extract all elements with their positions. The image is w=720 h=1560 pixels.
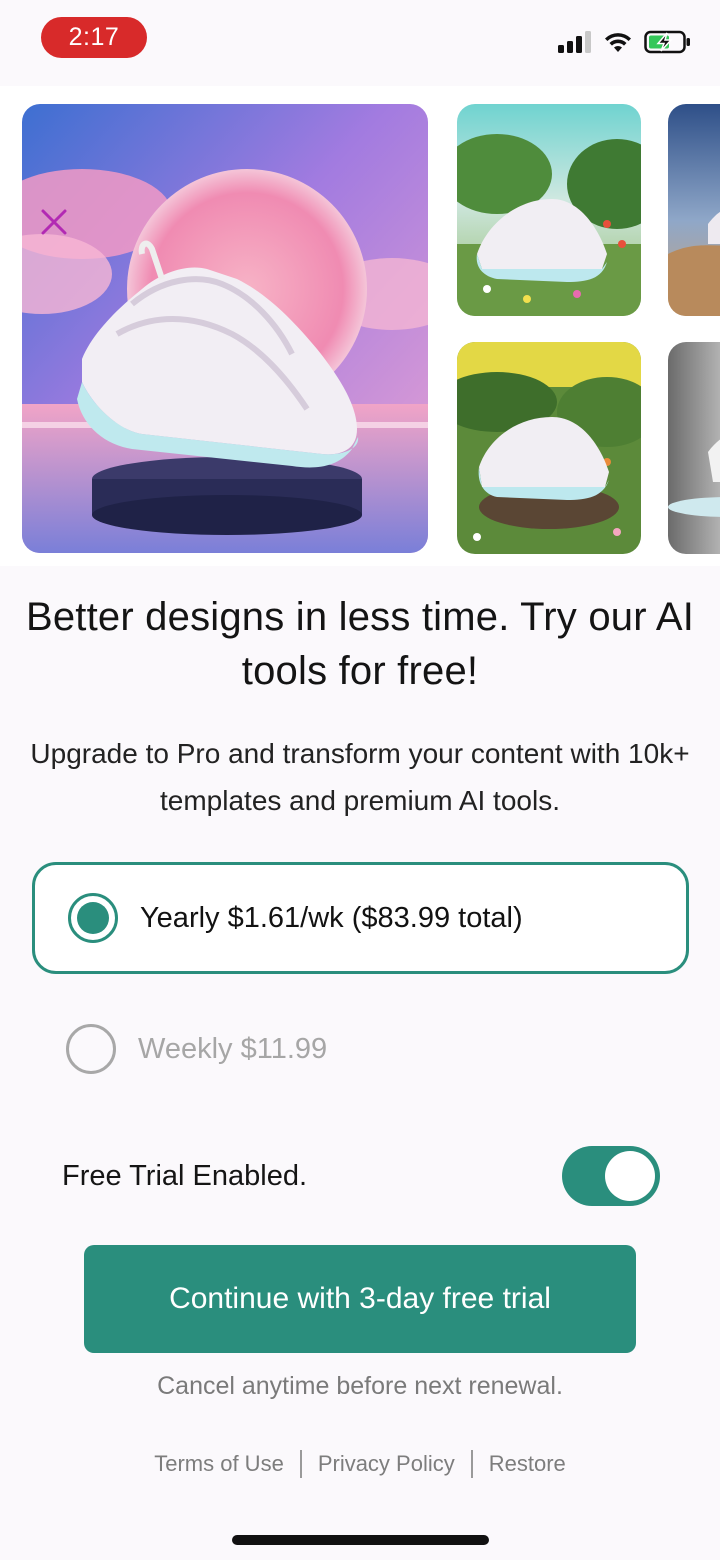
divider: [299, 1450, 302, 1478]
home-indicator: [232, 1535, 489, 1545]
radio-selected-icon[interactable]: [68, 893, 118, 943]
free-trial-row: Free Trial Enabled.: [62, 1146, 660, 1206]
footer-links: Terms of Use Privacy Policy Restore: [0, 1450, 720, 1478]
close-icon: [41, 209, 67, 235]
continue-free-trial-button[interactable]: Continue with 3-day free trial: [84, 1245, 636, 1353]
gallery-image-desert-sneaker: [668, 104, 720, 316]
subheadline: Upgrade to Pro and transform your conten…: [30, 738, 690, 816]
hero-image-sunset-sneaker: [22, 104, 428, 553]
privacy-policy-link[interactable]: Privacy Policy: [318, 1451, 455, 1477]
restore-link[interactable]: Restore: [489, 1451, 566, 1477]
gallery-image-garden-rock-sneaker: [457, 342, 641, 554]
free-trial-toggle[interactable]: [562, 1146, 660, 1206]
status-icons: [558, 30, 692, 54]
free-trial-label: Free Trial Enabled.: [62, 1159, 308, 1192]
wifi-icon: [605, 33, 631, 52]
terms-of-use-link[interactable]: Terms of Use: [154, 1451, 284, 1477]
status-time: 2:17: [41, 17, 147, 58]
headline: Better designs in less time. Try our AI …: [25, 595, 695, 693]
plan-option-yearly[interactable]: Yearly $1.61/wk ($83.99 total): [32, 862, 689, 974]
status-bar: 2:17: [0, 0, 720, 80]
plan-weekly-label: Weekly $11.99: [138, 1032, 328, 1065]
plan-yearly-label: Yearly $1.61/wk ($83.99 total): [140, 901, 523, 934]
divider: [470, 1450, 473, 1478]
cancel-note: Cancel anytime before next renewal.: [157, 1372, 563, 1400]
gallery-image-studio-sneaker: [668, 342, 720, 554]
close-button[interactable]: [36, 204, 72, 240]
hero-gallery: [0, 86, 720, 566]
battery-charging-icon: [644, 30, 690, 54]
plan-option-weekly[interactable]: Weekly $11.99: [32, 994, 689, 1104]
signal-icon: [558, 31, 591, 53]
gallery-image-garden-sneaker: [457, 104, 641, 316]
radio-unselected-icon[interactable]: [66, 1024, 116, 1074]
